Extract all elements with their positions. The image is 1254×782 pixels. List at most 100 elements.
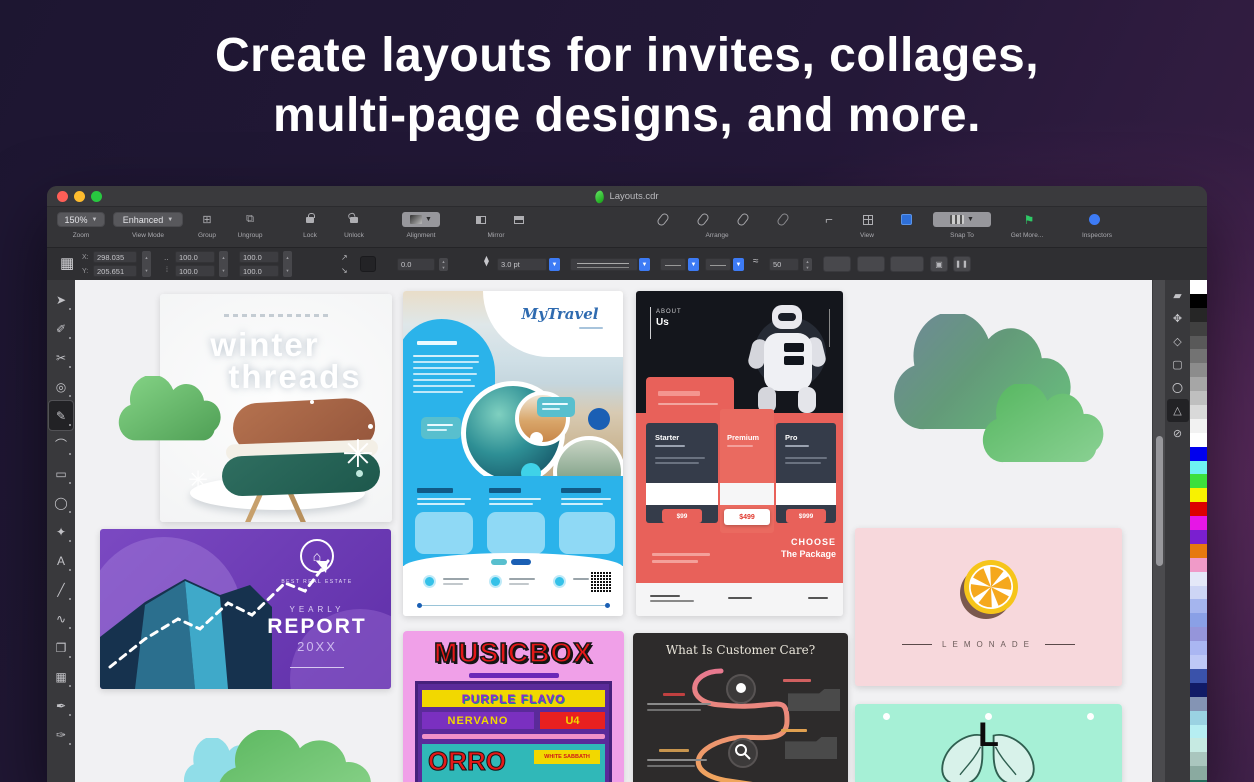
color-swatch[interactable]: [1190, 655, 1207, 669]
ellipse-tool[interactable]: ◯: [49, 488, 73, 517]
color-swatch[interactable]: [1190, 336, 1207, 350]
drop-shadow-tool[interactable]: ❐: [49, 633, 73, 662]
color-swatch[interactable]: [1190, 322, 1207, 336]
line-tool[interactable]: ╱: [49, 575, 73, 604]
color-swatch[interactable]: [1190, 572, 1207, 586]
color-swatch[interactable]: [1190, 530, 1207, 544]
ungroup-button[interactable]: ⧉: [240, 211, 260, 228]
color-swatch[interactable]: [1190, 669, 1207, 683]
lock-button[interactable]: [300, 211, 320, 228]
color-swatch[interactable]: [1190, 711, 1207, 725]
color-swatch[interactable]: [1190, 738, 1207, 752]
outline-width-dropdown[interactable]: ▼: [549, 258, 560, 271]
line-style-dropdown[interactable]: [570, 258, 638, 271]
color-swatch[interactable]: [1190, 627, 1207, 641]
inspectors-button[interactable]: [1084, 211, 1104, 228]
smoothing-stepper[interactable]: ▲▼: [803, 258, 812, 271]
rotation-angle-field[interactable]: 0.0: [397, 258, 435, 271]
scale-width-field[interactable]: 100.0: [239, 251, 279, 263]
triangle-tool[interactable]: △: [1167, 399, 1189, 422]
snap-to-dropdown[interactable]: ▼: [933, 212, 991, 227]
arrange-button-2[interactable]: [693, 211, 713, 228]
scale-height-field[interactable]: 100.0: [239, 265, 279, 277]
angle-stepper[interactable]: ▲▼: [439, 258, 448, 271]
color-swatch[interactable]: [1190, 725, 1207, 739]
customer-care-design[interactable]: What Is Customer Care?: [633, 633, 848, 782]
color-swatch[interactable]: [1190, 377, 1207, 391]
color-swatch[interactable]: [1190, 294, 1207, 308]
mirror-horizontal-button[interactable]: [471, 211, 491, 228]
preview-button[interactable]: [896, 211, 916, 228]
color-swatch[interactable]: [1190, 752, 1207, 766]
alignment-dropdown[interactable]: ▼: [402, 212, 440, 227]
color-swatch[interactable]: [1190, 586, 1207, 600]
bezier-tool[interactable]: ⌒: [49, 430, 73, 459]
pick-tool[interactable]: ➤: [49, 285, 73, 314]
color-swatch[interactable]: [1190, 558, 1207, 572]
text-tool[interactable]: A: [49, 546, 73, 575]
arrange-button-1[interactable]: [653, 211, 673, 228]
vertical-scrollbar[interactable]: [1152, 280, 1165, 782]
node-edit-tool[interactable]: ✥: [1167, 307, 1189, 330]
eyedropper-tool[interactable]: ✑: [49, 720, 73, 749]
small-green-cloud-shape[interactable]: [963, 384, 1105, 464]
color-swatch[interactable]: [1190, 683, 1207, 697]
wrap-text-button[interactable]: ▣: [930, 256, 948, 272]
outline-pen-tool[interactable]: ✒: [49, 691, 73, 720]
color-swatch[interactable]: [1190, 474, 1207, 488]
view-mode-dropdown[interactable]: Enhanced▼: [113, 212, 183, 227]
end-arrowhead-chip[interactable]: ▼: [733, 258, 744, 271]
color-swatch[interactable]: [1190, 766, 1207, 780]
prop-button-1[interactable]: [823, 256, 851, 272]
start-arrowhead-chip[interactable]: ▼: [688, 258, 699, 271]
color-swatch[interactable]: [1190, 447, 1207, 461]
color-swatch[interactable]: [1190, 461, 1207, 475]
object-width-field[interactable]: 100.0: [175, 251, 215, 263]
line-style-chip[interactable]: ▼: [639, 258, 650, 271]
outline-width-field[interactable]: 3.0 pt: [497, 258, 547, 271]
lemonade-design[interactable]: LEMONADE: [855, 528, 1122, 686]
color-swatch[interactable]: [1190, 363, 1207, 377]
page-view-button[interactable]: ⌐: [819, 211, 839, 228]
scale-stepper[interactable]: ▲▼: [283, 251, 292, 277]
x-position-field[interactable]: 298.035: [93, 251, 137, 263]
scrollbar-thumb[interactable]: [1156, 436, 1163, 566]
mesh-fill-tool[interactable]: ▦: [49, 662, 73, 691]
color-swatch[interactable]: [1190, 280, 1207, 294]
arrange-button-4[interactable]: [773, 211, 793, 228]
prop-button-2[interactable]: [857, 256, 885, 272]
zoom-tool[interactable]: ◎: [49, 372, 73, 401]
unlock-button[interactable]: [344, 211, 364, 228]
color-swatch[interactable]: [1190, 405, 1207, 419]
crop-tool[interactable]: ✂: [49, 343, 73, 372]
rectangle-tool[interactable]: ▭: [49, 459, 73, 488]
smart-drawing-tool[interactable]: ∿: [49, 604, 73, 633]
perspective-tool[interactable]: ◇: [1167, 330, 1189, 353]
fill-tool[interactable]: ▰: [1167, 284, 1189, 307]
color-swatch[interactable]: [1190, 613, 1207, 627]
size-stepper[interactable]: ▲▼: [219, 251, 228, 277]
color-swatch[interactable]: [1190, 502, 1207, 516]
drawing-canvas[interactable]: winter threads ✳ ✳: [75, 280, 1152, 782]
mirror-vertical-button[interactable]: [509, 211, 529, 228]
mytravel-design[interactable]: MyTravel: [403, 291, 623, 616]
arrange-button-3[interactable]: [733, 211, 753, 228]
musicbox-design[interactable]: MUSICBOX PURPLE FLAVO NERVANO U4 ORRO WH…: [403, 631, 624, 782]
yearly-report-design[interactable]: ⌂ BEST REAL ESTATE YEARLY REPORT 20XX: [100, 529, 391, 689]
columns-button[interactable]: ❚❚: [953, 256, 971, 272]
start-arrowhead-dropdown[interactable]: [660, 258, 686, 271]
polygon-tool[interactable]: ✦: [49, 517, 73, 546]
frame-tool[interactable]: ▢: [1167, 353, 1189, 376]
color-swatch[interactable]: [1190, 433, 1207, 447]
about-us-design[interactable]: ABOUT Us: [636, 291, 843, 616]
object-height-field[interactable]: 100.0: [175, 265, 215, 277]
ellipse-mask-tool[interactable]: 〇: [1167, 376, 1189, 399]
position-stepper[interactable]: ▲▼: [142, 251, 151, 277]
color-swatch[interactable]: [1190, 419, 1207, 433]
bottom-green-cloud-shape[interactable]: [193, 730, 373, 782]
color-swatch[interactable]: [1190, 516, 1207, 530]
y-position-field[interactable]: 205.651: [93, 265, 137, 277]
color-swatch[interactable]: [1190, 544, 1207, 558]
green-cloud-shape[interactable]: [102, 376, 222, 442]
lungs-card-design[interactable]: L: [855, 704, 1122, 782]
